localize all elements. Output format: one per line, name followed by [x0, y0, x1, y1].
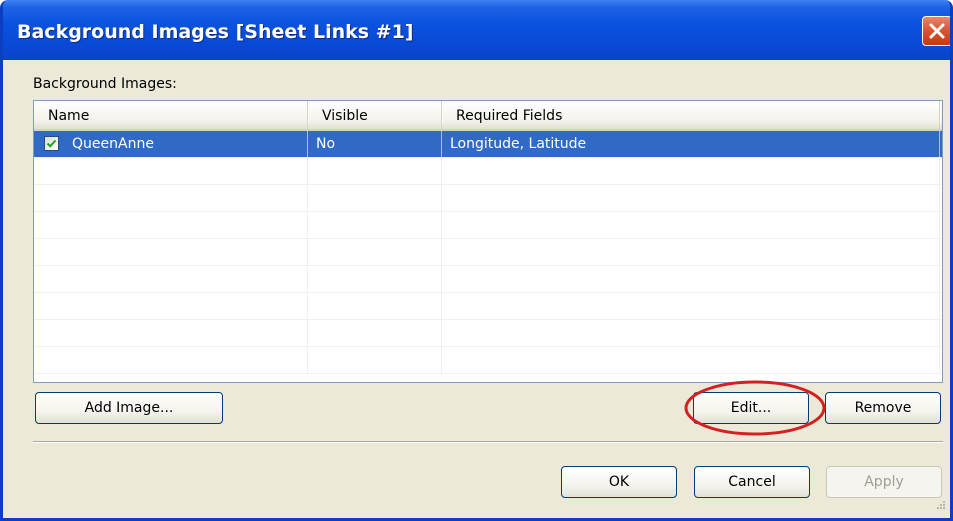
empty-row [34, 212, 942, 239]
separator-line [33, 441, 943, 443]
title-bar[interactable]: Background Images [Sheet Links #1] [3, 0, 950, 60]
list-header: Name Visible Required Fields [34, 101, 942, 131]
background-images-label: Background Images: [33, 76, 177, 92]
close-button[interactable] [922, 16, 950, 46]
empty-row [34, 158, 942, 185]
column-header-visible[interactable]: Visible [308, 101, 443, 129]
apply-button[interactable]: Apply [826, 466, 942, 498]
dialog-window: Background Images [Sheet Links #1] Backg… [0, 0, 953, 521]
window-title: Background Images [Sheet Links #1] [17, 21, 414, 43]
empty-row [34, 239, 942, 266]
add-image-button[interactable]: Add Image... [35, 392, 223, 424]
empty-row [34, 320, 942, 347]
column-header-required-fields[interactable]: Required Fields [442, 101, 941, 129]
visible-checkbox[interactable] [44, 136, 59, 151]
resize-grip-icon[interactable] [936, 498, 946, 514]
column-header-name[interactable]: Name [34, 101, 309, 129]
cell-visible: No [308, 131, 442, 157]
row-name-text: QueenAnne [72, 136, 154, 152]
cell-name: QueenAnne [34, 131, 308, 157]
background-images-list[interactable]: Name Visible Required Fields QueenAnne N [33, 100, 943, 383]
edit-button[interactable]: Edit... [693, 392, 809, 424]
list-row-queenanne[interactable]: QueenAnne No Longitude, Latitude [34, 131, 942, 158]
cell-required-fields: Longitude, Latitude [442, 131, 940, 157]
list-rows: QueenAnne No Longitude, Latitude [34, 131, 942, 382]
empty-row [34, 185, 942, 212]
empty-row [34, 266, 942, 293]
empty-row [34, 347, 942, 374]
cancel-button[interactable]: Cancel [694, 466, 810, 498]
empty-row [34, 293, 942, 320]
ok-button[interactable]: OK [561, 466, 677, 498]
remove-button[interactable]: Remove [825, 392, 941, 424]
